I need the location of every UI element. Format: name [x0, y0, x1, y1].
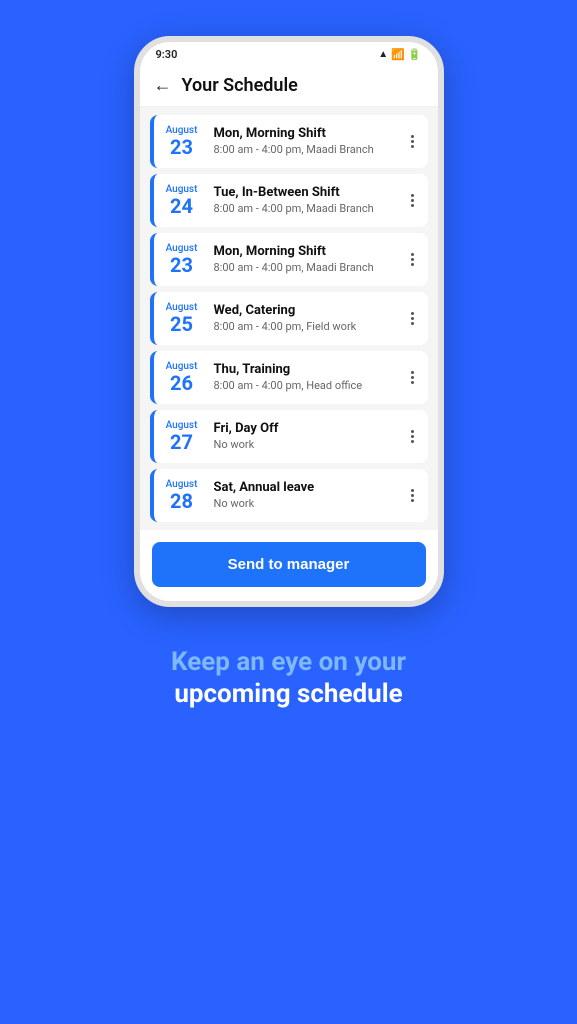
date-block-3: August 25	[154, 302, 210, 335]
item-details-6: Sat, Annual leave No work	[210, 480, 405, 511]
status-icons: ▲ 📶 🔋	[378, 48, 421, 61]
more-button-5[interactable]	[405, 430, 420, 443]
item-title-2: Mon, Morning Shift	[214, 244, 405, 261]
day-4: 26	[170, 372, 193, 394]
more-button-1[interactable]	[405, 194, 420, 207]
battery-icon: 🔋	[408, 48, 422, 61]
date-block-6: August 28	[154, 479, 210, 512]
item-subtitle-2: 8:00 am - 4:00 pm, Maadi Branch	[214, 261, 405, 275]
send-to-manager-button[interactable]: Send to manager	[152, 542, 426, 587]
page-title: Your Schedule	[182, 75, 298, 96]
item-subtitle-0: 8:00 am - 4:00 pm, Maadi Branch	[214, 143, 405, 157]
date-block-0: August 23	[154, 125, 210, 158]
date-block-1: August 24	[154, 184, 210, 217]
schedule-item-2: August 23 Mon, Morning Shift 8:00 am - 4…	[150, 233, 428, 286]
schedule-list: August 23 Mon, Morning Shift 8:00 am - 4…	[140, 107, 438, 530]
schedule-item-0: August 23 Mon, Morning Shift 8:00 am - 4…	[150, 115, 428, 168]
wifi-icon: 📶	[391, 48, 405, 61]
date-block-2: August 23	[154, 243, 210, 276]
bottom-line1: Keep an eye on your	[171, 647, 406, 678]
day-1: 24	[170, 195, 193, 217]
day-3: 25	[170, 313, 193, 335]
item-details-2: Mon, Morning Shift 8:00 am - 4:00 pm, Ma…	[210, 244, 405, 275]
day-0: 23	[170, 136, 193, 158]
day-6: 28	[170, 490, 193, 512]
item-details-0: Mon, Morning Shift 8:00 am - 4:00 pm, Ma…	[210, 126, 405, 157]
time-display: 9:30	[156, 48, 178, 61]
schedule-item-5: August 27 Fri, Day Off No work	[150, 410, 428, 463]
schedule-item-1: August 24 Tue, In-Between Shift 8:00 am …	[150, 174, 428, 227]
schedule-item-6: August 28 Sat, Annual leave No work	[150, 469, 428, 522]
more-button-6[interactable]	[405, 489, 420, 502]
item-subtitle-6: No work	[214, 497, 405, 511]
more-button-2[interactable]	[405, 253, 420, 266]
item-details-3: Wed, Catering 8:00 am - 4:00 pm, Field w…	[210, 303, 405, 334]
more-button-4[interactable]	[405, 371, 420, 384]
bottom-line2: upcoming schedule	[171, 678, 406, 712]
phone-frame: 9:30 ▲ 📶 🔋 ← Your Schedule August 23 Mon…	[134, 36, 444, 607]
item-subtitle-4: 8:00 am - 4:00 pm, Head office	[214, 379, 405, 393]
item-title-5: Fri, Day Off	[214, 421, 405, 438]
item-subtitle-3: 8:00 am - 4:00 pm, Field work	[214, 320, 405, 334]
day-5: 27	[170, 431, 193, 453]
item-details-4: Thu, Training 8:00 am - 4:00 pm, Head of…	[210, 362, 405, 393]
bottom-text: Keep an eye on your upcoming schedule	[131, 647, 446, 712]
signal-icon: ▲	[378, 49, 388, 60]
status-bar: 9:30 ▲ 📶 🔋	[140, 42, 438, 65]
item-subtitle-5: No work	[214, 438, 405, 452]
item-title-4: Thu, Training	[214, 362, 405, 379]
item-details-1: Tue, In-Between Shift 8:00 am - 4:00 pm,…	[210, 185, 405, 216]
back-button[interactable]: ←	[154, 75, 172, 96]
date-block-5: August 27	[154, 420, 210, 453]
schedule-item-3: August 25 Wed, Catering 8:00 am - 4:00 p…	[150, 292, 428, 345]
item-details-5: Fri, Day Off No work	[210, 421, 405, 452]
item-title-0: Mon, Morning Shift	[214, 126, 405, 143]
more-button-3[interactable]	[405, 312, 420, 325]
item-subtitle-1: 8:00 am - 4:00 pm, Maadi Branch	[214, 202, 405, 216]
schedule-item-4: August 26 Thu, Training 8:00 am - 4:00 p…	[150, 351, 428, 404]
item-title-3: Wed, Catering	[214, 303, 405, 320]
more-button-0[interactable]	[405, 135, 420, 148]
item-title-6: Sat, Annual leave	[214, 480, 405, 497]
send-button-container: Send to manager	[140, 530, 438, 601]
date-block-4: August 26	[154, 361, 210, 394]
app-header: ← Your Schedule	[140, 65, 438, 107]
item-title-1: Tue, In-Between Shift	[214, 185, 405, 202]
day-2: 23	[170, 254, 193, 276]
